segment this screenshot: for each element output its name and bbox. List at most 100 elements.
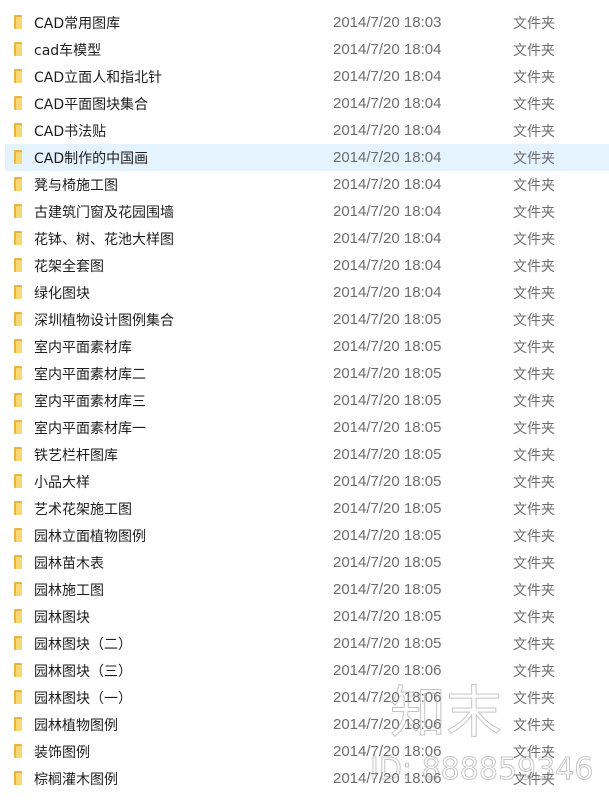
file-type: 文件夹 — [513, 15, 555, 32]
file-row[interactable]: 深圳植物设计图例集合 2014/7/20 18:05 文件夹 — [0, 306, 609, 333]
folder-icon — [14, 42, 22, 56]
file-row[interactable]: 凳与椅施工图 2014/7/20 18:04 文件夹 — [0, 171, 609, 198]
file-row[interactable]: cad车模型 2014/7/20 18:04 文件夹 — [0, 36, 609, 63]
file-row[interactable]: 室内平面素材库三 2014/7/20 18:05 文件夹 — [0, 387, 609, 414]
file-type: 文件夹 — [513, 447, 555, 464]
file-row[interactable]: 室内平面素材库 2014/7/20 18:05 文件夹 — [0, 333, 609, 360]
file-row[interactable]: 花钵、树、花池大样图 2014/7/20 18:04 文件夹 — [0, 225, 609, 252]
file-type: 文件夹 — [513, 393, 555, 410]
folder-icon — [14, 312, 22, 326]
folder-icon — [14, 393, 22, 407]
file-row[interactable]: 园林图块（一） 2014/7/20 18:06 文件夹 — [0, 684, 609, 711]
folder-icon — [14, 231, 22, 245]
file-name: CAD立面人和指北针 — [34, 69, 163, 86]
file-row[interactable]: 铁艺栏杆图库 2014/7/20 18:05 文件夹 — [0, 441, 609, 468]
file-date: 2014/7/20 18:06 — [333, 689, 442, 706]
file-row[interactable]: CAD制作的中国画 2014/7/20 18:04 文件夹 — [5, 144, 609, 171]
folder-icon — [14, 285, 22, 299]
file-date: 2014/7/20 18:04 — [333, 68, 442, 85]
file-date: 2014/7/20 18:04 — [333, 149, 442, 166]
file-date: 2014/7/20 18:05 — [333, 554, 442, 571]
folder-icon — [14, 258, 22, 272]
folder-icon — [14, 717, 22, 731]
folder-icon — [14, 474, 22, 488]
file-row[interactable]: 装饰图例 2014/7/20 18:06 文件夹 — [0, 738, 609, 765]
file-row[interactable]: CAD书法贴 2014/7/20 18:04 文件夹 — [0, 117, 609, 144]
file-date: 2014/7/20 18:05 — [333, 527, 442, 544]
folder-icon — [14, 690, 22, 704]
folder-icon — [14, 771, 22, 785]
file-type: 文件夹 — [513, 528, 555, 545]
file-type: 文件夹 — [513, 339, 555, 356]
file-row[interactable]: 古建筑门窗及花园围墙 2014/7/20 18:04 文件夹 — [0, 198, 609, 225]
folder-icon — [14, 555, 22, 569]
file-type: 文件夹 — [513, 474, 555, 491]
file-name: 深圳植物设计图例集合 — [34, 312, 174, 329]
file-date: 2014/7/20 18:05 — [333, 365, 442, 382]
folder-icon — [14, 150, 22, 164]
file-row[interactable]: 园林苗木表 2014/7/20 18:05 文件夹 — [0, 549, 609, 576]
folder-icon — [14, 609, 22, 623]
folder-icon — [14, 96, 22, 110]
file-row[interactable]: CAD立面人和指北针 2014/7/20 18:04 文件夹 — [0, 63, 609, 90]
file-list: CAD常用图库 2014/7/20 18:03 文件夹 cad车模型 2014/7/20… — [0, 9, 609, 792]
file-row[interactable]: 园林植物图例 2014/7/20 18:06 文件夹 — [0, 711, 609, 738]
file-type: 文件夹 — [513, 258, 555, 275]
file-type: 文件夹 — [513, 636, 555, 653]
file-date: 2014/7/20 18:04 — [333, 230, 442, 247]
folder-icon — [14, 204, 22, 218]
file-date: 2014/7/20 18:05 — [333, 581, 442, 598]
file-name: 室内平面素材库 — [34, 339, 132, 356]
file-type: 文件夹 — [513, 609, 555, 626]
file-row[interactable]: 绿化图块 2014/7/20 18:04 文件夹 — [0, 279, 609, 306]
file-type: 文件夹 — [513, 663, 555, 680]
file-name: 花架全套图 — [34, 258, 104, 275]
file-date: 2014/7/20 18:04 — [333, 203, 442, 220]
file-row[interactable]: 小品大样 2014/7/20 18:05 文件夹 — [0, 468, 609, 495]
file-row[interactable]: 园林图块 2014/7/20 18:05 文件夹 — [0, 603, 609, 630]
file-row[interactable]: 园林图块（二） 2014/7/20 18:05 文件夹 — [0, 630, 609, 657]
file-row[interactable]: 园林施工图 2014/7/20 18:05 文件夹 — [0, 576, 609, 603]
file-row[interactable]: CAD平面图块集合 2014/7/20 18:04 文件夹 — [0, 90, 609, 117]
file-row[interactable]: 棕榈灌木图例 2014/7/20 18:06 文件夹 — [0, 765, 609, 792]
file-row[interactable]: 园林立面植物图例 2014/7/20 18:05 文件夹 — [0, 522, 609, 549]
folder-icon — [14, 528, 22, 542]
file-name: 装饰图例 — [34, 744, 90, 761]
file-row[interactable]: 艺术花架施工图 2014/7/20 18:05 文件夹 — [0, 495, 609, 522]
file-name: 室内平面素材库二 — [34, 366, 146, 383]
file-name: 棕榈灌木图例 — [34, 771, 118, 788]
file-name: 园林图块（二） — [34, 636, 132, 653]
file-date: 2014/7/20 18:04 — [333, 284, 442, 301]
file-row[interactable]: 园林图块（三） 2014/7/20 18:06 文件夹 — [0, 657, 609, 684]
file-row[interactable]: CAD常用图库 2014/7/20 18:03 文件夹 — [0, 9, 609, 36]
file-date: 2014/7/20 18:04 — [333, 257, 442, 274]
file-name: 室内平面素材库三 — [34, 393, 146, 410]
file-name: CAD常用图库 — [34, 15, 121, 32]
file-name: 艺术花架施工图 — [34, 501, 132, 518]
file-name: CAD书法贴 — [34, 123, 107, 140]
file-name: 园林图块 — [34, 609, 90, 626]
file-type: 文件夹 — [513, 150, 555, 167]
file-name: CAD制作的中国画 — [34, 150, 149, 167]
folder-icon — [14, 582, 22, 596]
file-date: 2014/7/20 18:04 — [333, 41, 442, 58]
file-date: 2014/7/20 18:05 — [333, 392, 442, 409]
file-row[interactable]: 室内平面素材库一 2014/7/20 18:05 文件夹 — [0, 414, 609, 441]
file-row[interactable]: 花架全套图 2014/7/20 18:04 文件夹 — [0, 252, 609, 279]
folder-icon — [14, 69, 22, 83]
folder-icon — [14, 420, 22, 434]
file-type: 文件夹 — [513, 123, 555, 140]
file-type: 文件夹 — [513, 555, 555, 572]
file-name: 园林图块（一） — [34, 690, 132, 707]
file-name: CAD平面图块集合 — [34, 96, 149, 113]
file-type: 文件夹 — [513, 312, 555, 329]
folder-icon — [14, 744, 22, 758]
folder-icon — [14, 501, 22, 515]
folder-icon — [14, 15, 22, 29]
file-date: 2014/7/20 18:03 — [333, 14, 442, 31]
file-type: 文件夹 — [513, 582, 555, 599]
file-date: 2014/7/20 18:05 — [333, 608, 442, 625]
file-date: 2014/7/20 18:05 — [333, 311, 442, 328]
file-row[interactable]: 室内平面素材库二 2014/7/20 18:05 文件夹 — [0, 360, 609, 387]
file-date: 2014/7/20 18:05 — [333, 473, 442, 490]
